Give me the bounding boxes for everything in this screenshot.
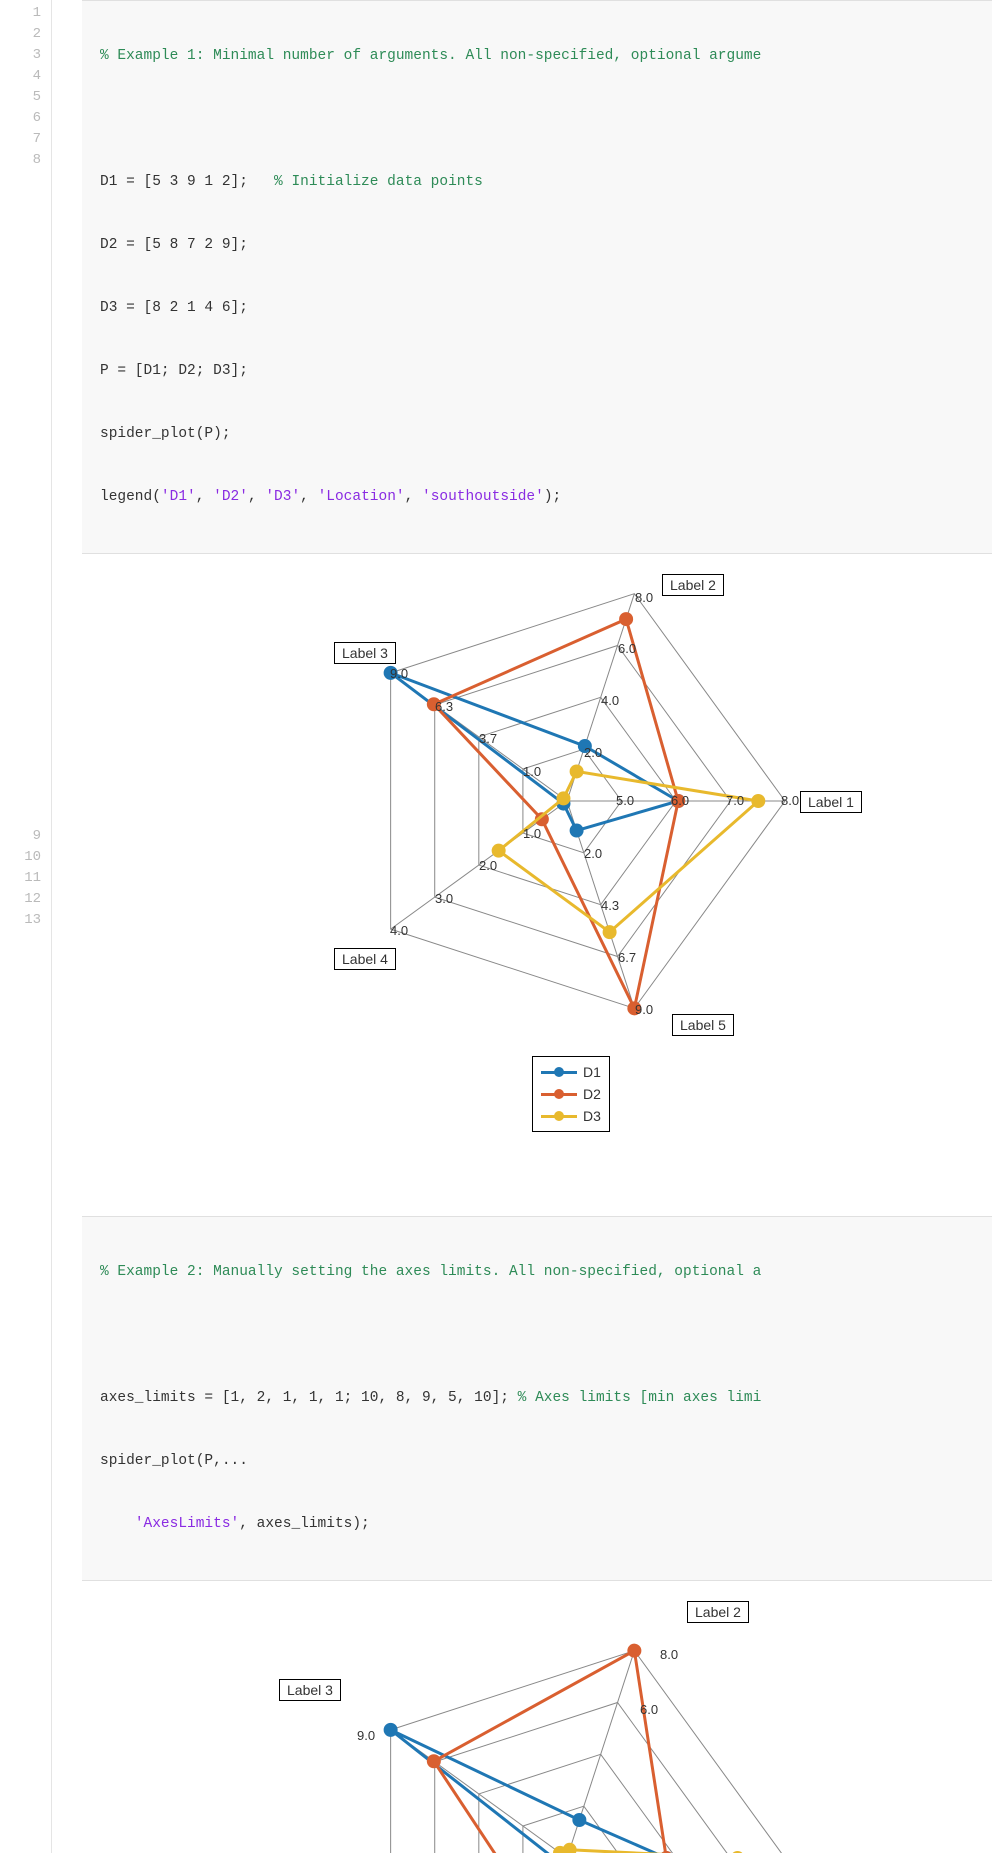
tick-label: 6.0: [618, 641, 636, 656]
line-number: 6: [0, 108, 51, 129]
code-comment: % Example 1: Minimal number of arguments…: [100, 48, 761, 64]
code-comment: % Axes limits [min axes limi: [518, 1390, 762, 1406]
tick-label: 4.0: [601, 693, 619, 708]
line-number: 4: [0, 66, 51, 87]
tick-label: 6.7: [618, 950, 636, 965]
legend-item-d1: D1: [541, 1061, 601, 1083]
line-number: 2: [0, 24, 51, 45]
line-number: 11: [0, 868, 51, 889]
tick-label: 6.0: [671, 793, 689, 808]
tick-label: 3.7: [479, 731, 497, 746]
legend-label: D2: [583, 1086, 601, 1102]
line-number: 8: [0, 150, 51, 171]
tick-label: 8.0: [781, 793, 799, 808]
code-text: D2 = [5 8 7 2 9];: [100, 237, 248, 253]
code-block-example1[interactable]: % Example 1: Minimal number of arguments…: [82, 0, 992, 554]
axis-label-3: Label 3: [334, 642, 396, 664]
code-text: axes_limits = [1, 2, 1, 1, 1; 10, 8, 9, …: [100, 1390, 518, 1406]
line-number-gutter: 1 2 3 4 5 6 7 8 9 10 11 12 13: [0, 0, 52, 1853]
axis-label-3: Label 3: [279, 1679, 341, 1701]
legend-swatch-icon: [541, 1087, 577, 1101]
legend-swatch-icon: [541, 1065, 577, 1079]
line-number: 12: [0, 889, 51, 910]
legend-item-d2: D2: [541, 1083, 601, 1105]
code-text: D3 = [8 2 1 4 6];: [100, 300, 248, 316]
axis-label-4: Label 4: [334, 948, 396, 970]
axis-label-1: Label 1: [800, 791, 862, 813]
spider-plot-figure-1: Label 1 Label 2 Label 3 Label 4 Label 5 …: [152, 566, 882, 1156]
tick-label: 8.0: [660, 1647, 678, 1662]
tick-label: 3.0: [435, 891, 453, 906]
tick-label: 6.0: [640, 1702, 658, 1717]
line-number: 13: [0, 910, 51, 931]
axis-label-5: Label 5: [672, 1014, 734, 1036]
code-block-example2[interactable]: % Example 2: Manually setting the axes l…: [82, 1216, 992, 1581]
code-comment: % Example 2: Manually setting the axes l…: [100, 1264, 761, 1280]
legend: D1 D2 D3: [532, 1056, 610, 1132]
tick-label: 7.0: [726, 793, 744, 808]
line-number: 5: [0, 87, 51, 108]
line-number: 1: [0, 3, 51, 24]
tick-label: 2.0: [584, 745, 602, 760]
tick-label: 9.0: [390, 666, 408, 681]
tick-label: 6.3: [435, 699, 453, 714]
spider-plot-figure-2: Label 2 Label 3 8.0 6.0 9.0: [152, 1593, 882, 1853]
axis-label-2: Label 2: [687, 1601, 749, 1623]
tick-label: 4.3: [601, 898, 619, 913]
line-number: 9: [0, 826, 51, 847]
code-text: spider_plot(P,...: [100, 1453, 248, 1469]
tick-label: 1.0: [523, 764, 541, 779]
axis-label-2: Label 2: [662, 574, 724, 596]
content-column: % Example 1: Minimal number of arguments…: [52, 0, 992, 1853]
legend-label: D1: [583, 1064, 601, 1080]
tick-label: 8.0: [635, 590, 653, 605]
legend-label: D3: [583, 1108, 601, 1124]
spider-plot-svg: [152, 1593, 882, 1853]
tick-label: 9.0: [357, 1728, 375, 1743]
code-text: spider_plot(P);: [100, 426, 231, 442]
legend-swatch-icon: [541, 1109, 577, 1123]
legend-item-d3: D3: [541, 1105, 601, 1127]
code-comment: % Initialize data points: [274, 174, 483, 190]
page-root: 1 2 3 4 5 6 7 8 9 10 11 12 13 % Example …: [0, 0, 992, 1853]
line-number: 7: [0, 129, 51, 150]
tick-label: 5.0: [616, 793, 634, 808]
tick-label: 1.0: [523, 826, 541, 841]
code-text: P = [D1; D2; D3];: [100, 363, 248, 379]
code-text: D1 = [5 3 9 1 2];: [100, 174, 248, 190]
tick-label: 9.0: [635, 1002, 653, 1017]
line-number: 10: [0, 847, 51, 868]
spider-plot-svg: [152, 566, 882, 1066]
tick-label: 2.0: [584, 846, 602, 861]
tick-label: 2.0: [479, 858, 497, 873]
tick-label: 4.0: [390, 923, 408, 938]
line-number: 3: [0, 45, 51, 66]
code-text: legend(: [100, 489, 161, 505]
